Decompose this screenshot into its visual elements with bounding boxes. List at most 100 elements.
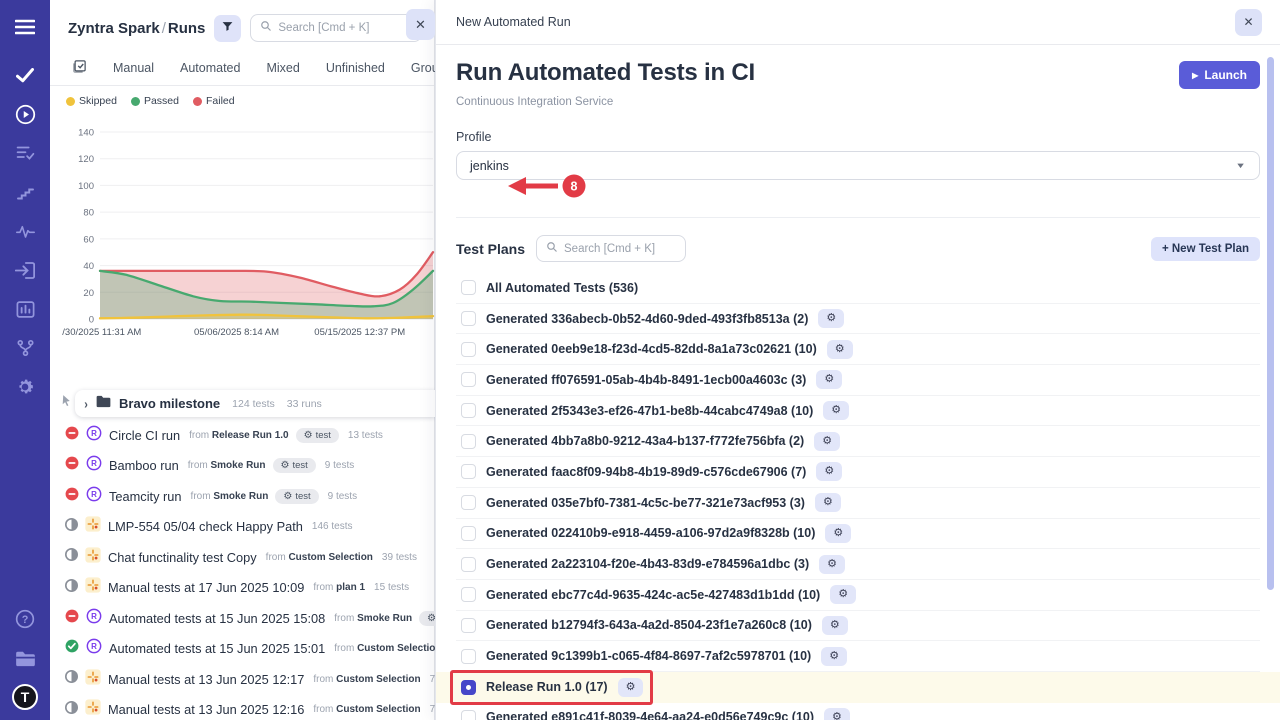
test-plan-row[interactable]: Generated 2a223104-f20e-4b43-83d9-e78459… xyxy=(456,549,1260,580)
runs-search[interactable] xyxy=(250,14,422,42)
launch-button[interactable]: ▶ Launch xyxy=(1179,61,1260,89)
run-row[interactable]: LMP-554 05/04 check Happy Path146 tests xyxy=(50,512,435,543)
plan-checkbox[interactable] xyxy=(461,434,476,449)
tab-manual[interactable]: Manual xyxy=(113,61,154,85)
test-plans-search-input[interactable] xyxy=(564,243,676,255)
help-icon[interactable]: ? xyxy=(12,606,38,632)
plan-settings-button[interactable]: ⚙ xyxy=(618,678,644,697)
plan-settings-button[interactable]: ⚙ xyxy=(816,462,842,481)
plan-checkbox[interactable] xyxy=(461,587,476,602)
gear-icon: ⚙ xyxy=(283,491,292,502)
run-row[interactable]: Manual tests at 13 Jun 2025 12:16from Cu… xyxy=(50,695,435,720)
plan-settings-button[interactable]: ⚙ xyxy=(824,708,850,720)
plan-settings-button[interactable]: ⚙ xyxy=(825,524,851,543)
steps-icon[interactable] xyxy=(12,179,38,205)
profile-select[interactable]: jenkins ▼ xyxy=(456,151,1260,180)
search-icon xyxy=(546,240,558,258)
plan-settings-button[interactable]: ⚙ xyxy=(823,401,849,420)
test-plan-row[interactable]: Generated 022410b9-e918-4459-a106-97d2a9… xyxy=(456,519,1260,550)
test-config-badge[interactable]: ⚙test xyxy=(275,489,318,504)
brand-logo[interactable]: T xyxy=(12,684,38,710)
plan-settings-button[interactable]: ⚙ xyxy=(814,432,840,451)
test-plan-row[interactable]: Generated ebc77c4d-9635-424c-ac5e-427483… xyxy=(456,580,1260,611)
gear-icon[interactable] xyxy=(12,374,38,400)
plan-checkbox[interactable] xyxy=(461,710,476,720)
test-plan-row[interactable]: Release Run 1.0 (17)⚙ xyxy=(436,672,1280,703)
breadcrumb[interactable]: Zyntra Spark/Runs xyxy=(68,20,205,37)
menu-icon[interactable] xyxy=(12,14,38,40)
run-row[interactable]: RAutomated tests at 15 Jun 2025 15:01fro… xyxy=(50,634,435,665)
test-config-badge[interactable]: ⚙test xyxy=(273,458,316,473)
chevron-right-icon[interactable]: › xyxy=(84,396,88,411)
legend-item-failed: Failed xyxy=(193,95,235,107)
plan-settings-button[interactable]: ⚙ xyxy=(816,370,842,389)
svg-text:05/06/2025 8:14 AM: 05/06/2025 8:14 AM xyxy=(194,327,279,338)
plan-checkbox[interactable] xyxy=(461,495,476,510)
test-plan-row[interactable]: All Automated Tests (536) xyxy=(456,273,1260,304)
check-icon[interactable] xyxy=(12,62,38,88)
gear-icon: ⚙ xyxy=(831,404,841,416)
plan-settings-button[interactable]: ⚙ xyxy=(830,585,856,604)
test-plan-row[interactable]: Generated b12794f3-643a-4a2d-8504-23f1e7… xyxy=(456,611,1260,642)
drawer-close-left-button[interactable]: ✕ xyxy=(406,9,435,40)
plan-checkbox[interactable] xyxy=(461,618,476,633)
folder-icon[interactable] xyxy=(12,645,38,671)
plan-checkbox-checked[interactable] xyxy=(461,680,476,695)
test-config-badge[interactable]: ⚙test xyxy=(296,428,339,443)
run-row[interactable]: Manual tests at 17 Jun 2025 10:09from pl… xyxy=(50,573,435,604)
group-row-bravo-milestone[interactable]: › Bravo milestone 124 tests 33 runs xyxy=(75,390,435,417)
gear-icon: ⚙ xyxy=(838,588,848,600)
tab-unfinished[interactable]: Unfinished xyxy=(326,61,385,85)
drawer-scrollbar[interactable] xyxy=(1267,57,1274,590)
run-row[interactable]: RCircle CI runfrom Release Run 1.0⚙test1… xyxy=(50,420,435,451)
plan-settings-button[interactable]: ⚙ xyxy=(819,555,845,574)
run-row[interactable]: Manual tests at 13 Jun 2025 12:17from Cu… xyxy=(50,664,435,695)
test-config-badge[interactable]: ⚙test xyxy=(419,611,435,626)
breadcrumb-project[interactable]: Zyntra Spark xyxy=(68,20,160,37)
test-plan-row[interactable]: Generated ff076591-05ab-4b4b-8491-1ecb00… xyxy=(456,365,1260,396)
run-row[interactable]: RTeamcity runfrom Smoke Run⚙test9 tests xyxy=(50,481,435,512)
plan-checkbox[interactable] xyxy=(461,403,476,418)
test-plan-row[interactable]: Generated 9c1399b1-c065-4f84-8697-7af2c5… xyxy=(456,641,1260,672)
gear-icon: ⚙ xyxy=(827,558,837,570)
run-name: Manual tests at 17 Jun 2025 10:09 xyxy=(108,580,304,595)
plan-checkbox[interactable] xyxy=(461,280,476,295)
activity-icon[interactable] xyxy=(12,218,38,244)
tab-mixed[interactable]: Mixed xyxy=(266,61,299,85)
runs-search-input[interactable] xyxy=(278,22,412,34)
plan-checkbox[interactable] xyxy=(461,557,476,572)
plan-checkbox[interactable] xyxy=(461,464,476,479)
sign-in-icon[interactable] xyxy=(12,257,38,283)
plan-settings-button[interactable]: ⚙ xyxy=(818,309,844,328)
run-row[interactable]: RAutomated tests at 15 Jun 2025 15:08fro… xyxy=(50,603,435,634)
plan-checkbox[interactable] xyxy=(461,526,476,541)
checked-box-icon[interactable] xyxy=(72,59,87,87)
run-row[interactable]: RBamboo runfrom Smoke Run⚙test9 tests xyxy=(50,451,435,482)
tab-automated[interactable]: Automated xyxy=(180,61,240,85)
plan-checkbox[interactable] xyxy=(461,372,476,387)
plan-settings-button[interactable]: ⚙ xyxy=(821,647,847,666)
test-plan-row[interactable]: Generated 0eeb9e18-f23d-4cd5-82dd-8a1a73… xyxy=(456,334,1260,365)
test-plan-row[interactable]: Generated e891c41f-8039-4e64-aa24-e0d56e… xyxy=(456,703,1260,720)
drawer-close-button[interactable]: ✕ xyxy=(1235,9,1262,36)
play-circle-icon[interactable] xyxy=(12,101,38,127)
test-plan-row[interactable]: Generated 035e7bf0-7381-4c5c-be77-321e73… xyxy=(456,488,1260,519)
run-source: from Custom Selection xyxy=(266,552,373,563)
run-row[interactable]: Chat functinality test Copyfrom Custom S… xyxy=(50,542,435,573)
test-plans-search[interactable] xyxy=(536,235,686,262)
plan-settings-button[interactable]: ⚙ xyxy=(827,340,853,359)
plan-settings-button[interactable]: ⚙ xyxy=(822,616,848,635)
new-test-plan-button[interactable]: + New Test Plan xyxy=(1151,237,1260,261)
git-branch-icon[interactable] xyxy=(12,335,38,361)
plan-checkbox[interactable] xyxy=(461,342,476,357)
list-check-icon[interactable] xyxy=(12,140,38,166)
plan-checkbox[interactable] xyxy=(461,649,476,664)
filter-button[interactable] xyxy=(214,15,241,42)
test-plan-row[interactable]: Generated 2f5343e3-ef26-47b1-be8b-44cabc… xyxy=(456,396,1260,427)
test-plan-row[interactable]: Generated 336abecb-0b52-4d60-9ded-493f3f… xyxy=(456,304,1260,335)
bar-chart-icon[interactable] xyxy=(12,296,38,322)
test-plan-row[interactable]: Generated faac8f09-94b8-4b19-89d9-c576cd… xyxy=(456,457,1260,488)
plan-checkbox[interactable] xyxy=(461,311,476,326)
test-plan-row[interactable]: Generated 4bb7a8b0-9212-43a4-b137-f772fe… xyxy=(456,426,1260,457)
plan-settings-button[interactable]: ⚙ xyxy=(815,493,841,512)
